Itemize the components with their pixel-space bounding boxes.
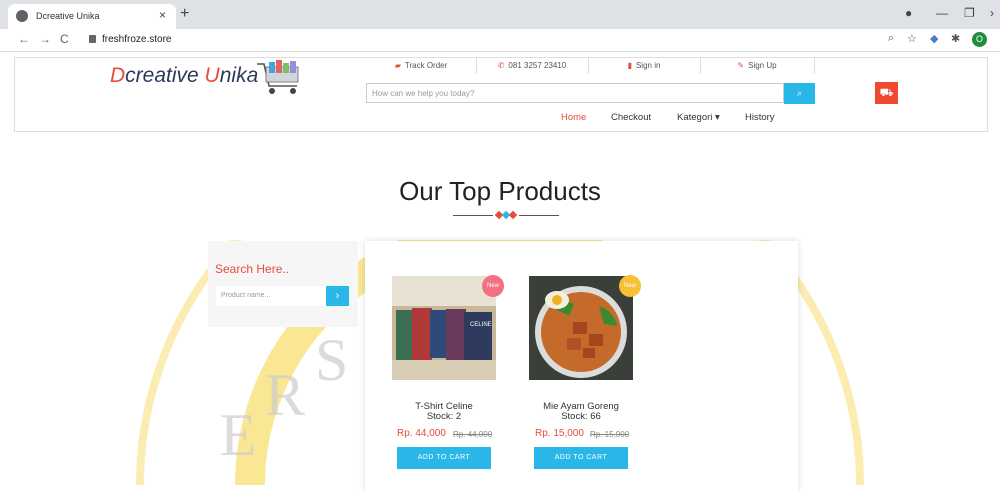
logo-text-2: nika <box>219 64 259 87</box>
product-search-button[interactable]: › <box>326 286 349 306</box>
phone-icon: ✆ <box>497 61 505 70</box>
sign-in-link[interactable]: ▮ Sign in <box>588 57 701 74</box>
header-topbar: ▰ Track Order ✆ 081 3257 23410 ▮ Sign in ✎ S… <box>366 57 815 74</box>
lock-icon <box>89 35 96 43</box>
cart-icon: ⛟ <box>879 87 894 99</box>
product-old-price: Rp. 15,000 <box>590 430 630 439</box>
svg-text:CELINE: CELINE <box>470 322 492 328</box>
forward-button[interactable]: → <box>39 32 51 46</box>
product-image-mie-ayam[interactable] <box>529 276 633 380</box>
section-title: Our Top Products <box>399 176 601 206</box>
sign-up-label: Sign Up <box>748 61 777 70</box>
profile-dot-icon[interactable]: ● <box>905 6 912 20</box>
new-badge: New <box>482 275 504 297</box>
back-button[interactable]: ← <box>18 32 30 46</box>
sign-in-label: Sign in <box>635 61 661 70</box>
close-window-button[interactable]: › <box>990 6 994 20</box>
browser-tab-strip: Dcreative Unika × + ● — ❐ › <box>0 0 1000 29</box>
star-icon[interactable]: ☆ <box>907 32 917 45</box>
avatar[interactable]: O <box>972 32 987 47</box>
product-search-input[interactable]: Product name... <box>216 286 326 306</box>
svg-text:E: E <box>220 402 257 468</box>
svg-text:R: R <box>265 362 305 428</box>
tab-close-icon[interactable]: × <box>159 8 166 22</box>
svg-text:S: S <box>315 327 348 393</box>
sign-up-link[interactable]: ✎ Sign Up <box>700 57 815 74</box>
truck-icon: ▰ <box>394 61 401 70</box>
divider-diamond-red-2 <box>508 210 518 220</box>
product-price: Rp. 44,000 <box>397 428 446 439</box>
site-logo[interactable]: Dcreative Unika <box>110 64 258 88</box>
chevron-right-icon: › <box>335 290 340 302</box>
address-bar-row: ← → C freshfroze.store ⌕ ☆ ◆ ✱ O <box>0 29 1000 52</box>
new-badge: New <box>619 275 641 297</box>
shopping-cart-logo-icon <box>257 60 299 94</box>
nav-checkout[interactable]: Checkout <box>611 112 651 123</box>
search-button[interactable]: ⌕ <box>784 83 815 104</box>
product-stock: Stock: 2 <box>426 411 462 422</box>
track-order-link[interactable]: ▰ Track Order <box>366 57 477 74</box>
track-order-label: Track Order <box>404 61 448 70</box>
sidebar-search-panel <box>208 241 358 327</box>
browser-tab[interactable]: Dcreative Unika × <box>8 4 176 29</box>
minimize-button[interactable]: — <box>936 6 948 20</box>
phone-label: 081 3257 23410 <box>508 61 567 70</box>
puzzle-icon[interactable]: ✱ <box>951 32 960 45</box>
product-old-price: Rp. 44,000 <box>453 430 493 439</box>
reload-button[interactable]: C <box>60 32 69 46</box>
add-to-cart-button[interactable]: ADD TO CART <box>534 447 628 469</box>
search-input[interactable]: How can we help you today? <box>366 83 784 103</box>
add-to-cart-button[interactable]: ADD TO CART <box>397 447 491 469</box>
title-divider-left <box>453 215 493 216</box>
logo-accent-d: D <box>110 64 126 87</box>
zoom-icon[interactable]: ⌕ <box>888 32 894 45</box>
maximize-button[interactable]: ❐ <box>964 6 975 20</box>
cart-button[interactable]: ⛟ <box>875 82 898 104</box>
url-field[interactable]: freshfroze.store <box>102 34 171 45</box>
search-icon: ⌕ <box>796 88 803 98</box>
logo-accent-u: U <box>204 64 220 87</box>
nav-home[interactable]: Home <box>561 112 586 123</box>
logo-text-1: creative <box>125 64 205 87</box>
product-price: Rp. 15,000 <box>535 428 584 439</box>
nav-kategori[interactable]: Kategori ▾ <box>677 112 720 123</box>
product-stock: Stock: 66 <box>561 411 601 422</box>
sidebar-title: Search Here.. <box>215 262 290 276</box>
phone-link[interactable]: ✆ 081 3257 23410 <box>476 57 589 74</box>
edit-icon: ✎ <box>737 61 745 70</box>
title-divider-right <box>519 215 559 216</box>
extension-icon[interactable]: ◆ <box>930 32 938 45</box>
globe-icon <box>16 10 28 22</box>
new-tab-button[interactable]: + <box>180 5 189 23</box>
nav-history[interactable]: History <box>745 112 775 123</box>
product-image-tshirt[interactable]: CELINE <box>392 276 496 380</box>
tab-title: Dcreative Unika <box>36 11 100 21</box>
lock-icon: ▮ <box>627 61 632 70</box>
